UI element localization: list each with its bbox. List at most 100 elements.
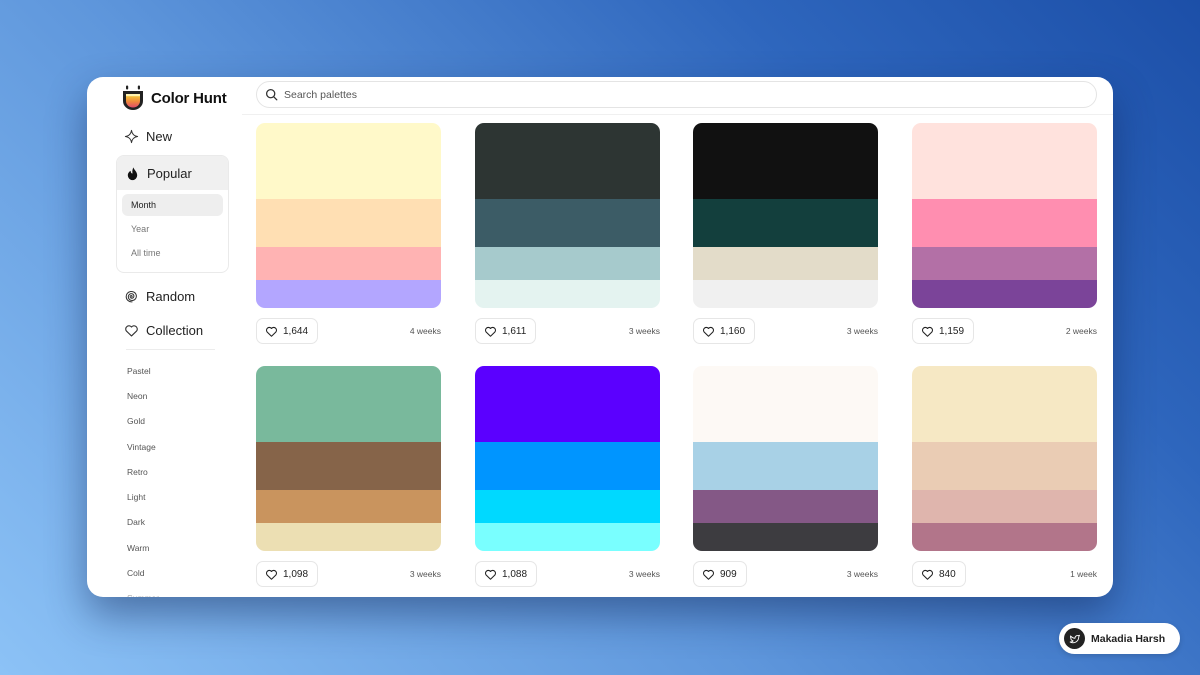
palette-card[interactable]: 1,088 3 weeks <box>475 366 660 587</box>
nav-random[interactable]: Random <box>116 279 229 313</box>
tag-gold[interactable]: Gold <box>116 409 229 434</box>
subnav-year[interactable]: Year <box>122 218 223 240</box>
like-button[interactable]: 1,160 <box>693 318 756 344</box>
color-swatch[interactable] <box>693 280 878 308</box>
color-swatch[interactable] <box>475 523 660 551</box>
logo[interactable]: Color Hunt <box>121 82 227 114</box>
palette-swatches[interactable] <box>912 366 1097 551</box>
palette-swatches[interactable] <box>912 123 1097 308</box>
heart-icon <box>125 324 138 336</box>
tag-light[interactable]: Light <box>116 484 229 509</box>
color-swatch[interactable] <box>256 123 441 199</box>
subnav-month[interactable]: Month <box>122 194 223 216</box>
search-bar[interactable] <box>256 81 1097 108</box>
color-swatch[interactable] <box>256 523 441 551</box>
color-swatch[interactable] <box>693 247 878 280</box>
palette-age: 3 weeks <box>409 569 441 579</box>
nav-popular[interactable]: Popular <box>117 156 228 190</box>
palette-card[interactable]: 1,160 3 weeks <box>693 123 878 344</box>
popular-section: Popular Month Year All time <box>116 155 229 273</box>
palette-card[interactable]: 840 1 week <box>912 366 1097 587</box>
heart-icon <box>922 326 933 337</box>
palette-card[interactable]: 1,611 3 weeks <box>475 123 660 344</box>
palette-age: 3 weeks <box>628 569 660 579</box>
color-swatch[interactable] <box>912 366 1097 442</box>
nav-random-label: Random <box>146 288 196 304</box>
color-swatch[interactable] <box>475 247 660 280</box>
tag-neon[interactable]: Neon <box>116 383 229 408</box>
color-swatch[interactable] <box>693 123 878 199</box>
palette-swatches[interactable] <box>256 123 441 308</box>
color-swatch[interactable] <box>693 442 878 490</box>
color-swatch[interactable] <box>475 442 660 490</box>
color-swatch[interactable] <box>693 523 878 551</box>
tag-pastel[interactable]: Pastel <box>116 358 229 383</box>
like-button[interactable]: 1,159 <box>912 318 975 344</box>
card-footer: 840 1 week <box>912 561 1097 587</box>
subnav-all-time[interactable]: All time <box>122 242 223 264</box>
color-swatch[interactable] <box>912 490 1097 523</box>
search-input[interactable] <box>284 88 1064 101</box>
tag-vintage[interactable]: Vintage <box>116 434 229 459</box>
sparkle-icon <box>124 129 139 143</box>
color-swatch[interactable] <box>912 123 1097 199</box>
color-swatch[interactable] <box>912 199 1097 247</box>
color-swatch[interactable] <box>912 442 1097 490</box>
palette-swatches[interactable] <box>475 366 660 551</box>
color-swatch[interactable] <box>256 490 441 523</box>
palette-swatches[interactable] <box>693 366 878 551</box>
color-swatch[interactable] <box>256 442 441 490</box>
color-swatch[interactable] <box>475 123 660 199</box>
color-swatch[interactable] <box>256 280 441 308</box>
palette-card[interactable]: 1,644 4 weeks <box>256 123 441 344</box>
like-count: 1,098 <box>283 568 309 580</box>
nav-popular-label: Popular <box>147 165 192 181</box>
like-button[interactable]: 1,611 <box>475 318 537 344</box>
color-swatch[interactable] <box>475 366 660 442</box>
color-swatch[interactable] <box>693 490 878 523</box>
color-swatch[interactable] <box>475 490 660 523</box>
nav-new[interactable]: New <box>116 119 229 153</box>
tag-warm[interactable]: Warm <box>116 535 229 560</box>
card-footer: 1,644 4 weeks <box>256 318 441 344</box>
color-swatch[interactable] <box>693 199 878 247</box>
logo-text: Color Hunt <box>151 89 227 107</box>
palette-card[interactable]: 1,098 3 weeks <box>256 366 441 587</box>
author-badge[interactable]: Makadia Harsh <box>1059 623 1180 654</box>
card-footer: 1,160 3 weeks <box>693 318 878 344</box>
palette-card[interactable]: 1,159 2 weeks <box>912 123 1097 344</box>
heart-icon <box>485 569 496 580</box>
color-swatch[interactable] <box>693 366 878 442</box>
like-button[interactable]: 840 <box>912 561 966 587</box>
color-swatch[interactable] <box>912 247 1097 280</box>
color-swatch[interactable] <box>256 199 441 247</box>
card-footer: 1,088 3 weeks <box>475 561 660 587</box>
heart-icon <box>485 326 496 337</box>
header-divider <box>242 114 1113 115</box>
nav-collection[interactable]: Collection <box>116 313 229 347</box>
sidebar-divider <box>126 349 215 350</box>
palette-age: 3 weeks <box>628 326 660 336</box>
palette-age: 3 weeks <box>846 326 878 336</box>
palette-swatches[interactable] <box>256 366 441 551</box>
tag-summer[interactable]: Summer <box>116 586 229 597</box>
like-button[interactable]: 909 <box>693 561 747 587</box>
color-swatch[interactable] <box>475 199 660 247</box>
tag-dark[interactable]: Dark <box>116 510 229 535</box>
color-swatch[interactable] <box>256 247 441 280</box>
color-swatch[interactable] <box>475 280 660 308</box>
color-swatch[interactable] <box>912 523 1097 551</box>
heart-icon <box>922 569 933 580</box>
palette-card[interactable]: 909 3 weeks <box>693 366 878 587</box>
palette-swatches[interactable] <box>475 123 660 308</box>
like-button[interactable]: 1,098 <box>256 561 319 587</box>
card-footer: 1,159 2 weeks <box>912 318 1097 344</box>
tag-cold[interactable]: Cold <box>116 560 229 585</box>
color-swatch[interactable] <box>912 280 1097 308</box>
tag-retro[interactable]: Retro <box>116 459 229 484</box>
card-footer: 909 3 weeks <box>693 561 878 587</box>
color-swatch[interactable] <box>256 366 441 442</box>
like-button[interactable]: 1,644 <box>256 318 319 344</box>
palette-swatches[interactable] <box>693 123 878 308</box>
like-button[interactable]: 1,088 <box>475 561 538 587</box>
